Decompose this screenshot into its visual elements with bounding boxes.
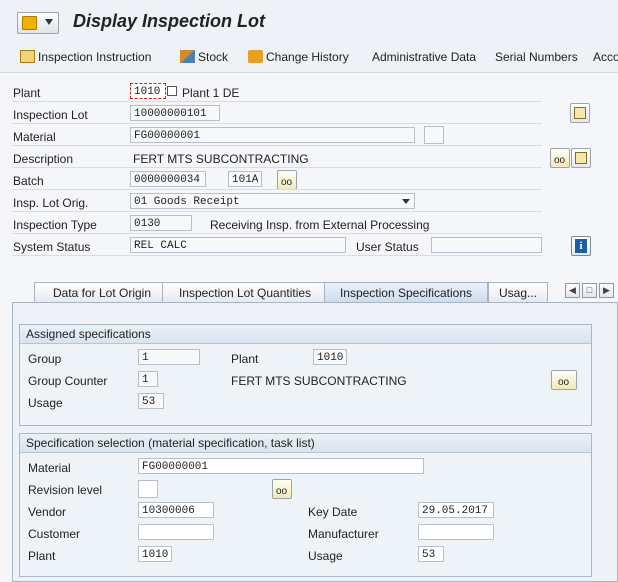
display-revision-button[interactable]: oo bbox=[272, 479, 292, 499]
plant-label: Plant bbox=[13, 86, 41, 100]
inspection-lot-field[interactable]: 10000000101 bbox=[130, 105, 220, 121]
status-info-button[interactable]: i bbox=[571, 236, 591, 256]
material-label: Material bbox=[28, 461, 71, 475]
row-separator bbox=[12, 145, 542, 146]
description-label: Description bbox=[13, 152, 74, 166]
document-icon bbox=[20, 50, 35, 63]
vendor-label: Vendor bbox=[28, 505, 67, 519]
row-separator bbox=[12, 101, 542, 102]
tab-scroll-right-button[interactable]: ▶ bbox=[599, 283, 614, 298]
list-icon bbox=[575, 152, 587, 164]
display-batch-button[interactable]: oo bbox=[277, 170, 297, 190]
menu-icon bbox=[22, 16, 37, 30]
row-separator bbox=[12, 233, 542, 234]
batch-field[interactable]: 0000000034 bbox=[130, 171, 206, 187]
group-counter-label: Group Counter bbox=[28, 374, 108, 388]
batch-label: Batch bbox=[13, 174, 44, 188]
specification-selection-group: Specification selection (material specif… bbox=[19, 433, 592, 577]
glasses-icon: oo bbox=[276, 486, 288, 497]
info-icon: i bbox=[575, 239, 587, 253]
usage-field[interactable]: 53 bbox=[418, 546, 444, 562]
chevron-down-icon bbox=[45, 19, 53, 25]
tab-list-button[interactable]: □ bbox=[582, 283, 597, 298]
group-label: Group bbox=[28, 352, 62, 366]
usage-label: Usage bbox=[28, 396, 63, 410]
application-toolbar: Inspection Instruction Stock Change Hist… bbox=[0, 42, 618, 73]
task-list-description: FERT MTS SUBCONTRACTING bbox=[231, 374, 407, 388]
glasses-icon: oo bbox=[558, 377, 570, 388]
display-material-button[interactable]: oo bbox=[550, 148, 570, 168]
row-separator bbox=[12, 123, 542, 124]
row-separator bbox=[12, 255, 542, 256]
plant-field[interactable]: 1010 bbox=[130, 83, 166, 99]
plant-label: Plant bbox=[28, 549, 56, 563]
glasses-icon: oo bbox=[281, 177, 293, 188]
material-label: Material bbox=[13, 130, 56, 144]
plant-field[interactable]: 1010 bbox=[313, 349, 347, 365]
sap-menu-button[interactable] bbox=[17, 12, 59, 34]
plant-label: Plant bbox=[231, 352, 259, 366]
accounting-button[interactable]: Acco bbox=[593, 48, 618, 66]
inspection-instruction-button[interactable]: Inspection Instruction bbox=[20, 48, 151, 66]
stock-icon bbox=[180, 50, 195, 63]
key-date-label: Key Date bbox=[308, 505, 358, 519]
customer-label: Customer bbox=[28, 527, 81, 541]
vendor-field[interactable]: 10300006 bbox=[138, 502, 214, 518]
history-icon bbox=[248, 50, 263, 63]
tab-usage[interactable]: Usag... bbox=[488, 282, 548, 302]
plant-description: Plant 1 DE bbox=[182, 86, 240, 100]
display-task-list-button[interactable]: oo bbox=[551, 370, 577, 390]
inspection-type-label: Inspection Type bbox=[13, 218, 97, 232]
tab-strip: Data for Lot Origin Inspection Lot Quant… bbox=[12, 282, 618, 302]
revision-level-field[interactable] bbox=[138, 480, 158, 498]
glasses-icon: oo bbox=[554, 155, 566, 166]
tab-inspection-specifications[interactable]: Inspection Specifications bbox=[324, 282, 488, 302]
group-title: Assigned specifications bbox=[20, 325, 591, 344]
copy-icon[interactable] bbox=[167, 86, 177, 96]
material-list-button[interactable] bbox=[571, 148, 591, 168]
key-date-field[interactable]: 29.05.2017 bbox=[418, 502, 494, 518]
batch-plant-field[interactable]: 101A bbox=[228, 171, 262, 187]
title-bar: Display Inspection Lot bbox=[0, 0, 618, 43]
plant-field[interactable]: 1010 bbox=[138, 546, 172, 562]
tab-data-for-lot-origin[interactable]: Data for Lot Origin bbox=[34, 282, 170, 302]
manufacturer-field[interactable] bbox=[418, 524, 494, 540]
material-field[interactable]: FG00000001 bbox=[130, 127, 415, 143]
group-counter-field[interactable]: 1 bbox=[138, 371, 158, 387]
serial-numbers-button[interactable]: Serial Numbers bbox=[495, 48, 578, 66]
inspection-type-description: Receiving Insp. from External Processing bbox=[210, 218, 430, 232]
stock-button[interactable]: Stock bbox=[180, 48, 228, 66]
user-status-field[interactable] bbox=[431, 237, 542, 253]
tab-scroll-left-button[interactable]: ◀ bbox=[565, 283, 580, 298]
change-history-button[interactable]: Change History bbox=[248, 48, 349, 66]
customer-field[interactable] bbox=[138, 524, 214, 540]
material-field[interactable]: FG00000001 bbox=[138, 458, 424, 474]
object-services-button[interactable] bbox=[570, 103, 590, 123]
system-status-label: System Status bbox=[13, 240, 91, 254]
user-status-label: User Status bbox=[356, 240, 419, 254]
lot-origin-select[interactable]: 01 Goods Receipt bbox=[130, 193, 415, 209]
inspection-lot-label: Inspection Lot bbox=[13, 108, 88, 122]
tab-inspection-lot-quantities[interactable]: Inspection Lot Quantities bbox=[162, 282, 328, 302]
inspection-type-field[interactable]: 0130 bbox=[130, 215, 192, 231]
tab-content: Assigned specifications Group 1 Plant 10… bbox=[12, 302, 618, 582]
chevron-down-icon[interactable] bbox=[402, 199, 410, 204]
description-text: FERT MTS SUBCONTRACTING bbox=[133, 152, 309, 166]
manufacturer-label: Manufacturer bbox=[308, 527, 379, 541]
group-title: Specification selection (material specif… bbox=[20, 434, 591, 453]
row-separator bbox=[12, 189, 542, 190]
row-separator bbox=[12, 211, 542, 212]
material-extra-field[interactable] bbox=[424, 126, 444, 144]
row-separator bbox=[12, 167, 542, 168]
list-icon bbox=[574, 107, 586, 119]
revision-level-label: Revision level bbox=[28, 483, 103, 497]
system-status-field[interactable]: REL CALC bbox=[130, 237, 346, 253]
usage-label: Usage bbox=[308, 549, 343, 563]
assigned-specifications-group: Assigned specifications Group 1 Plant 10… bbox=[19, 324, 592, 426]
administrative-data-button[interactable]: Administrative Data bbox=[372, 48, 476, 66]
page-title: Display Inspection Lot bbox=[73, 11, 266, 31]
lot-origin-label: Insp. Lot Orig. bbox=[13, 196, 89, 210]
usage-field[interactable]: 53 bbox=[138, 393, 164, 409]
group-field[interactable]: 1 bbox=[138, 349, 200, 365]
